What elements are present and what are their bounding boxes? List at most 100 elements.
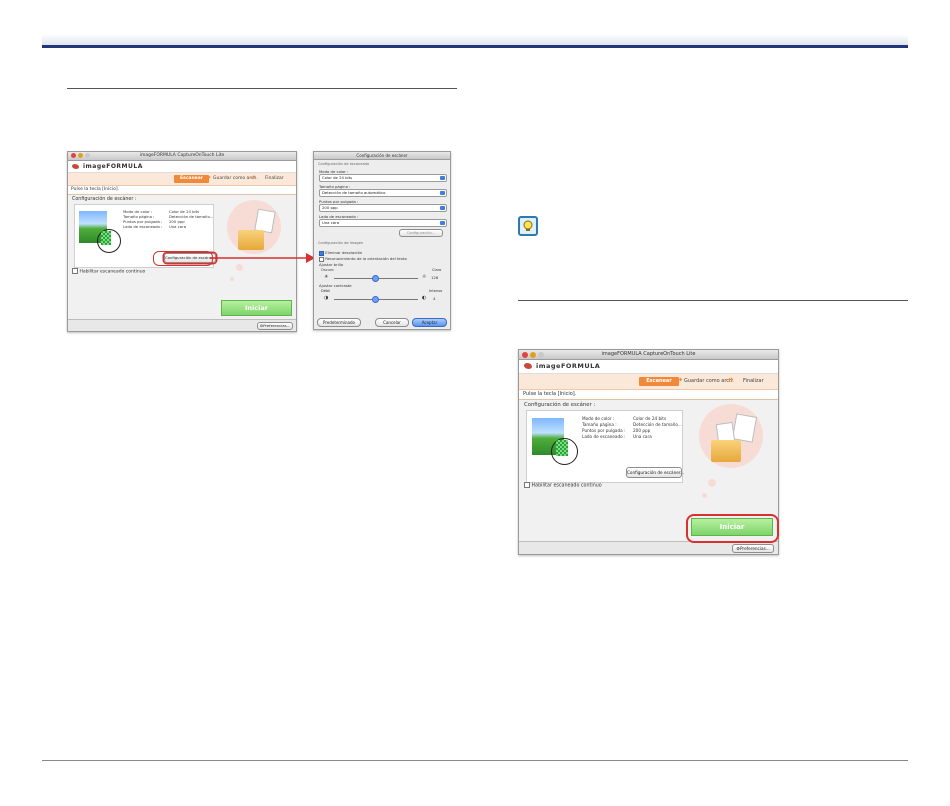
- setting-value: Color de 24 bits: [633, 416, 667, 421]
- dropdown-arrow-icon: [440, 206, 445, 210]
- setting-value: Una cara: [633, 434, 652, 439]
- contrast-slider-thumb[interactable]: [372, 296, 379, 303]
- color-mode-value: Color de 24 bits: [322, 175, 353, 180]
- continuous-scan-label: Habilitar escaneado continuo: [531, 483, 602, 489]
- dropdown-arrow-icon: [440, 176, 445, 180]
- step-arrow-icon: ➔: [727, 375, 734, 384]
- document-icon: [731, 413, 758, 443]
- capture-window-small: imageFORMULA CaptureOnTouch Lite imageFO…: [67, 151, 297, 332]
- preferences-label: Preferencias...: [739, 546, 770, 551]
- deskew-checkbox[interactable]: Eliminar desviación: [319, 250, 362, 256]
- preferences-button[interactable]: ⚙Preferencias...: [257, 322, 293, 330]
- window-titlebar: imageFORMULA CaptureOnTouch Lite: [519, 350, 778, 360]
- dpi-value: 200 ppp: [322, 205, 338, 210]
- brightness-slider-thumb[interactable]: [372, 275, 379, 282]
- accept-button[interactable]: Aceptar: [412, 318, 447, 327]
- checkbox-icon: [72, 268, 78, 274]
- step-arrow-icon: ➔: [676, 375, 683, 384]
- prompt-text: Pulse la tecla [Inicio].: [68, 186, 296, 195]
- minimize-window-button[interactable]: [78, 153, 83, 158]
- brand-name: imageFORMULA: [83, 163, 143, 170]
- scan-pattern-icon: [556, 440, 568, 456]
- window-footer: ⚙Preferencias...: [68, 319, 296, 331]
- hint-lightbulb-icon: [518, 216, 538, 236]
- contrast-value: 4: [433, 296, 436, 301]
- imageformula-logo-icon: [72, 164, 79, 169]
- scan-section-title: Configuración de escaneado: [318, 162, 370, 166]
- window-title: imageFORMULA CaptureOnTouch Lite: [601, 351, 696, 357]
- dropdown-arrow-icon: [440, 191, 445, 195]
- setting-value: 200 ppp: [633, 428, 651, 433]
- default-button[interactable]: Predeterminado: [317, 318, 361, 327]
- setting-value: Detección de tamaño...: [633, 422, 682, 427]
- page-size-value: Detección de tamaño automático: [322, 190, 386, 195]
- contrast-label: Ajustar contraste: [319, 283, 352, 288]
- contrast-low-icon: ◑: [324, 295, 329, 301]
- checkbox-icon: [319, 256, 324, 262]
- setting-label: Lado de escaneado :: [123, 224, 163, 229]
- scan-pattern-icon: [101, 231, 111, 245]
- continuous-scan-label: Habilitar escaneado continuo: [79, 269, 146, 275]
- deskew-label: Eliminar desviación: [325, 250, 363, 255]
- page-size-select[interactable]: Detección de tamaño automático: [319, 189, 447, 197]
- brightness-min-label: Oscuro: [321, 268, 334, 272]
- sun-small-icon: ☀: [324, 274, 329, 280]
- contrast-min-label: Débil: [321, 289, 331, 293]
- minimize-window-button[interactable]: [530, 352, 536, 358]
- brand-bar: imageFORMULA: [519, 360, 778, 374]
- scanner-config-button[interactable]: Configuración de escáner...: [626, 467, 684, 478]
- preferences-label: Preferencias...: [263, 323, 291, 328]
- zoom-window-button[interactable]: [85, 153, 90, 158]
- color-mode-select[interactable]: Color de 24 bits: [319, 174, 447, 182]
- imageformula-logo-icon: [524, 363, 532, 369]
- right-section-rule: [518, 300, 908, 301]
- prompt-text: Pulse la tecla [Inicio].: [519, 390, 778, 400]
- contrast-max-label: Intenso: [429, 289, 443, 293]
- brand-bar: imageFORMULA: [68, 161, 296, 173]
- start-button[interactable]: Iniciar: [221, 300, 292, 316]
- brand-name: imageFORMULA: [536, 362, 601, 370]
- text-orientation-label: Reconocimiento de la orientación del tex…: [325, 256, 407, 261]
- dialog-titlebar: Configuración de escáner: [314, 152, 450, 160]
- highlight-ring: [153, 251, 213, 266]
- step-arrow-icon: ➔: [250, 174, 256, 181]
- image-section-title: Configuración de imagen: [318, 241, 364, 245]
- preferences-button[interactable]: ⚙Preferencias...: [732, 544, 774, 553]
- zoom-window-button[interactable]: [538, 352, 544, 358]
- close-window-button[interactable]: [71, 153, 76, 158]
- text-orientation-checkbox[interactable]: Reconocimiento de la orientación del tex…: [319, 256, 407, 262]
- checkbox-checked-icon: [319, 250, 324, 256]
- brightness-value: 128: [431, 275, 439, 280]
- illustration-dot: [230, 277, 234, 281]
- contrast-high-icon: ◐: [422, 295, 427, 301]
- cancel-button[interactable]: Cancelar: [375, 318, 409, 327]
- dropdown-arrow-icon: [440, 221, 445, 225]
- brightness-label: Ajustar brillo: [319, 262, 344, 267]
- scanner-settings-dialog: Configuración de escáner Configuración d…: [313, 151, 451, 330]
- illustration-dot: [708, 479, 716, 487]
- steps-bar: Escanear ➔ Guardar como arch. ➔ Finaliza…: [68, 173, 296, 186]
- dialog-title: Configuración de escáner: [356, 153, 408, 158]
- setting-value: Una cara: [169, 224, 187, 229]
- continuous-scan-checkbox[interactable]: Habilitar escaneado continuo: [524, 482, 602, 489]
- close-window-button[interactable]: [522, 352, 528, 358]
- side-config-button[interactable]: Configuración...: [399, 229, 443, 237]
- folder-icon: [238, 230, 264, 250]
- side-value: Una cara: [322, 220, 340, 225]
- dpi-select[interactable]: 200 ppp: [319, 204, 447, 212]
- page-footer-rule: [42, 760, 908, 761]
- window-titlebar: imageFORMULA CaptureOnTouch Lite: [68, 152, 296, 161]
- scan-settings-panel: Modo de color : Color de 24 bits Tamaño …: [526, 410, 684, 483]
- brightness-max-label: Claro: [432, 268, 442, 272]
- continuous-scan-checkbox[interactable]: Habilitar escaneado continuo: [72, 268, 145, 275]
- window-title: imageFORMULA CaptureOnTouch Lite: [139, 153, 225, 158]
- step-finish: Finalizar: [265, 176, 284, 181]
- scan-settings-title: Configuración de escáner :: [524, 402, 596, 408]
- side-select[interactable]: Una cara: [319, 219, 447, 227]
- left-section-rule: [67, 88, 457, 89]
- illustration-dot: [702, 493, 707, 498]
- page-header-rule: [42, 45, 908, 48]
- scan-settings-title: Configuración de escáner :: [72, 197, 137, 202]
- checkbox-icon: [524, 482, 530, 488]
- setting-label: Tamaño página :: [582, 422, 617, 427]
